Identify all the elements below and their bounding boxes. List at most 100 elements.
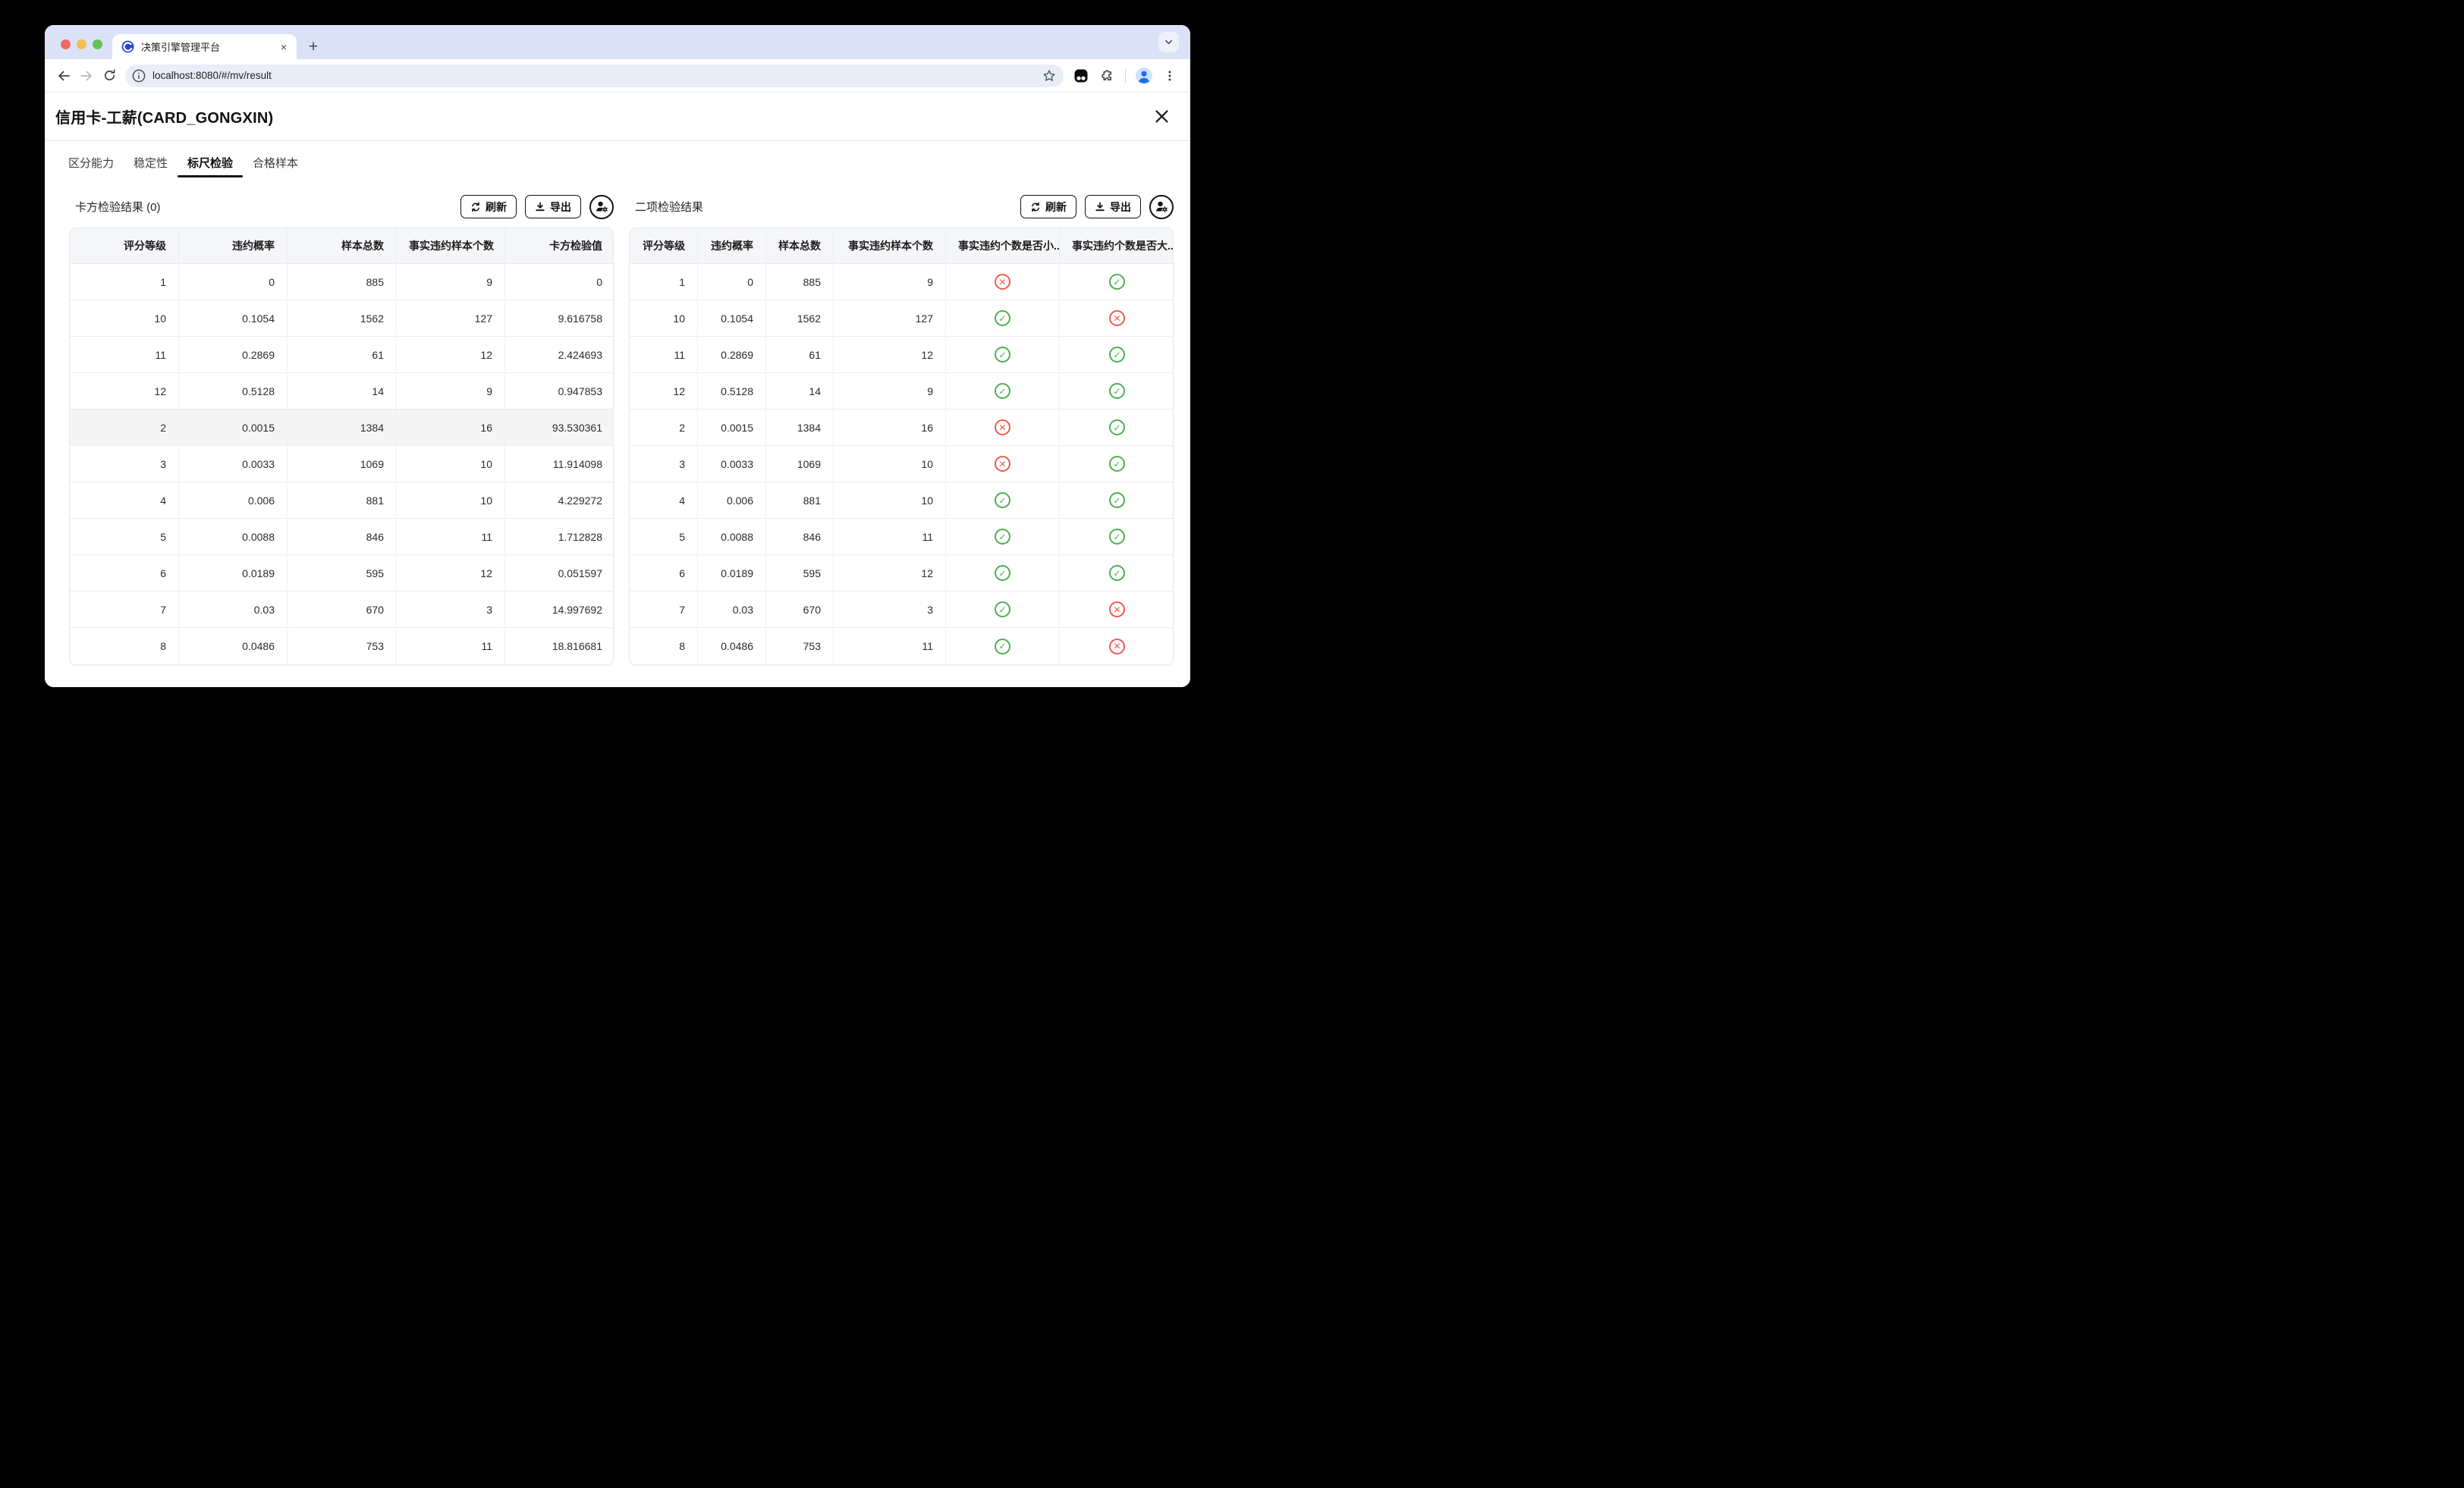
table-cell: ✓ [946, 337, 1060, 373]
x-circle-icon: ✕ [1109, 639, 1125, 655]
table-cell: 881 [766, 482, 834, 519]
back-arrow-icon [57, 69, 71, 83]
table-row[interactable]: 30.0033106910✕✓ [630, 446, 1174, 482]
tab-0[interactable]: 区分能力 [58, 141, 124, 184]
export-button[interactable]: 导出 [525, 195, 581, 218]
table-cell: 61 [288, 337, 397, 373]
table-cell: 885 [766, 264, 834, 300]
refresh-icon [1030, 202, 1041, 212]
table-row[interactable]: 70.03670314.997692 [70, 592, 614, 628]
dialog-close-button[interactable] [1153, 108, 1170, 125]
table-cell: 18.816681 [505, 628, 614, 664]
minimize-window-button[interactable] [77, 39, 86, 49]
table-cell: 6 [630, 555, 698, 592]
extension-app-button[interactable] [1070, 64, 1092, 87]
tab-1[interactable]: 稳定性 [124, 141, 178, 184]
bookmark-star-icon[interactable] [1042, 69, 1056, 83]
check-circle-icon: ✓ [995, 639, 1010, 655]
table-cell: 11 [397, 519, 505, 555]
table-cell: ✕ [946, 410, 1060, 446]
column-settings-button[interactable] [1149, 195, 1174, 219]
kebab-menu-icon [1164, 70, 1176, 82]
table-row[interactable]: 110.28696112✓✓ [630, 337, 1174, 373]
extensions-button[interactable] [1095, 64, 1118, 87]
browser-tab[interactable]: 决策引擎管理平台 × [112, 34, 297, 59]
table-cell: 11.914098 [505, 446, 614, 482]
table-cell: ✓ [946, 373, 1060, 410]
table-row[interactable]: 120.51281490.947853 [70, 373, 614, 410]
table-cell: 846 [288, 519, 397, 555]
url-text[interactable]: localhost:8080/#/mv/result [152, 70, 1042, 81]
table-cell: ✓ [946, 519, 1060, 555]
table-cell: 14 [766, 373, 834, 410]
table-row[interactable]: 100.10541562127✓✕ [630, 300, 1174, 337]
address-bar[interactable]: localhost:8080/#/mv/result [125, 64, 1064, 87]
table-cell: 0.03 [179, 592, 288, 628]
browser-menu-button[interactable] [1158, 64, 1181, 87]
column-settings-button[interactable] [589, 195, 614, 219]
table-row[interactable]: 70.036703✓✕ [630, 592, 1174, 628]
check-circle-icon: ✓ [1109, 529, 1125, 545]
dark-extension-icon [1073, 68, 1089, 83]
table-cell: ✕ [946, 446, 1060, 482]
table-row[interactable]: 100.105415621279.616758 [70, 300, 614, 337]
new-tab-button[interactable]: + [303, 37, 323, 57]
table-cell: 8 [70, 628, 179, 664]
table-row[interactable]: 60.0189595120.051597 [70, 555, 614, 592]
close-window-button[interactable] [61, 39, 71, 49]
zoom-window-button[interactable] [93, 39, 102, 49]
profile-button[interactable] [1133, 64, 1155, 87]
check-circle-icon: ✓ [1109, 492, 1125, 508]
table-cell: 0.1054 [698, 300, 766, 337]
user-gear-icon [595, 199, 609, 214]
binomial-table: 评分等级违约概率样本总数事实违约样本个数事实违约个数是否小...事实违约个数是否… [629, 228, 1174, 665]
table-row[interactable]: 60.018959512✓✓ [630, 555, 1174, 592]
tab-3[interactable]: 合格样本 [243, 141, 308, 184]
table-cell: ✓ [1060, 410, 1174, 446]
page-content: 信用卡-工薪(CARD_GONGXIN) 区分能力稳定性标尺检验合格样本 卡方检… [45, 93, 1190, 687]
table-row[interactable]: 80.04867531118.816681 [70, 628, 614, 664]
check-circle-icon: ✓ [995, 310, 1010, 326]
back-button[interactable] [52, 64, 75, 87]
table-cell: 1562 [288, 300, 397, 337]
table-cell: 885 [288, 264, 397, 300]
table-row[interactable]: 1088590 [70, 264, 614, 300]
table-cell: 2 [630, 410, 698, 446]
table-cell: 12 [397, 555, 505, 592]
column-header: 事实违约个数是否大... [1060, 228, 1174, 264]
x-circle-icon: ✕ [995, 274, 1010, 290]
tab-search-chevron-button[interactable] [1158, 32, 1179, 52]
table-row[interactable]: 20.0015138416✕✓ [630, 410, 1174, 446]
table-cell: 11 [834, 519, 946, 555]
forward-button[interactable] [75, 64, 98, 87]
export-button[interactable]: 导出 [1085, 195, 1141, 218]
table-cell: 6 [70, 555, 179, 592]
table-cell: 9 [397, 373, 505, 410]
table-cell: ✓ [946, 628, 1060, 664]
tab-2-active[interactable]: 标尺检验 [178, 141, 243, 184]
table-row[interactable]: 80.048675311✓✕ [630, 628, 1174, 664]
table-cell: 0.0015 [698, 410, 766, 446]
table-cell: 127 [397, 300, 505, 337]
table-row[interactable]: 40.006881104.229272 [70, 482, 614, 519]
table-row[interactable]: 40.00688110✓✓ [630, 482, 1174, 519]
table-cell: 10 [630, 300, 698, 337]
check-circle-icon: ✓ [1109, 565, 1125, 581]
table-row[interactable]: 50.008884611✓✓ [630, 519, 1174, 555]
table-row[interactable]: 110.286961122.424693 [70, 337, 614, 373]
table-row[interactable]: 30.003310691011.914098 [70, 446, 614, 482]
table-cell: ✕ [1060, 628, 1174, 664]
table-cell: 846 [766, 519, 834, 555]
table-row[interactable]: 50.0088846111.712828 [70, 519, 614, 555]
refresh-label: 刷新 [1045, 199, 1067, 215]
table-cell: 11 [834, 628, 946, 664]
table-row[interactable]: 20.001513841693.530361 [70, 410, 614, 446]
tab-close-icon[interactable]: × [277, 40, 291, 54]
reload-button[interactable] [98, 64, 121, 87]
table-cell: ✓ [1060, 264, 1174, 300]
site-info-icon[interactable] [132, 69, 146, 83]
refresh-button[interactable]: 刷新 [460, 195, 517, 218]
table-row[interactable]: 108859✕✓ [630, 264, 1174, 300]
refresh-button[interactable]: 刷新 [1020, 195, 1076, 218]
table-row[interactable]: 120.5128149✓✓ [630, 373, 1174, 410]
